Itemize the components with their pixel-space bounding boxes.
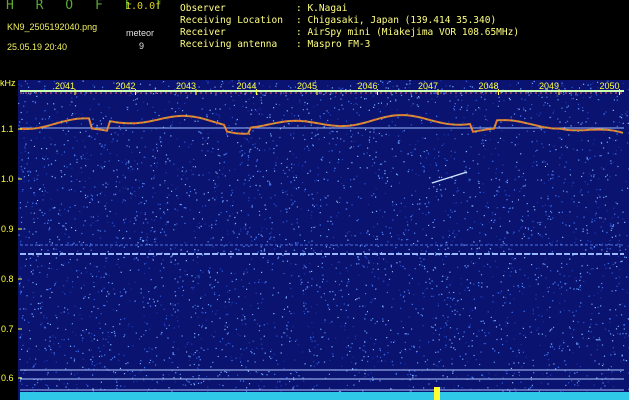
- x-tick-label: 2048: [479, 81, 499, 91]
- app-version: 1.0.0f: [125, 1, 162, 12]
- x-tick-label: 2044: [237, 81, 257, 91]
- y-tick-label: 0.8: [1, 274, 14, 284]
- location-label: Receiving Location: [180, 15, 283, 26]
- receiver-label: Receiver: [180, 27, 226, 38]
- meteor-label: meteor: [126, 28, 155, 38]
- receiver-value: : AirSpy mini (Miakejima VOR 108.65MHz): [296, 27, 520, 38]
- x-tick-label: 2047: [418, 81, 438, 91]
- x-tick-label: 2050: [600, 81, 620, 91]
- antenna-value: : Maspro FM-3: [296, 39, 371, 50]
- x-tick-label: 2045: [297, 81, 317, 91]
- observer-value: : K.Nagai: [296, 3, 348, 14]
- y-tick-label: 1.1: [1, 124, 14, 134]
- x-tick-label: 2049: [539, 81, 559, 91]
- spectrogram-svg: kHz 1.1 1.0 0.9 0.8 0.7 0.6 2041 2042 2043 2044 2…: [0, 80, 629, 400]
- meteor-count: 9: [139, 41, 145, 51]
- x-tick-label: 2042: [116, 81, 136, 91]
- x-tick-label: 2041: [55, 81, 75, 91]
- location-value: : Chigasaki, Japan (139.414 35.340): [296, 15, 497, 26]
- signal-strength-bar: [20, 392, 629, 400]
- header-panel: H R O F F T 1.0.0f KN9_2505192040.png 25…: [0, 0, 629, 80]
- y-tick-label: 1.0: [1, 174, 14, 184]
- spectrogram-plot: kHz 1.1 1.0 0.9 0.8 0.7 0.6 2041 2042 2043 2044 2…: [0, 80, 629, 400]
- y-tick-label: 0.7: [1, 324, 14, 334]
- y-tick-label: 0.6: [1, 373, 14, 383]
- observation-datetime: 25.05.19 20:40: [7, 42, 68, 52]
- x-tick-label: 2043: [176, 81, 196, 91]
- y-tick-label: 0.9: [1, 224, 14, 234]
- y-axis-unit: kHz: [0, 80, 16, 88]
- file-name: KN9_2505192040.png: [7, 22, 98, 32]
- observer-label: Observer: [180, 3, 226, 14]
- antenna-label: Receiving antenna: [180, 39, 278, 50]
- meteor-marker: [434, 387, 440, 400]
- x-tick-label: 2046: [358, 81, 378, 91]
